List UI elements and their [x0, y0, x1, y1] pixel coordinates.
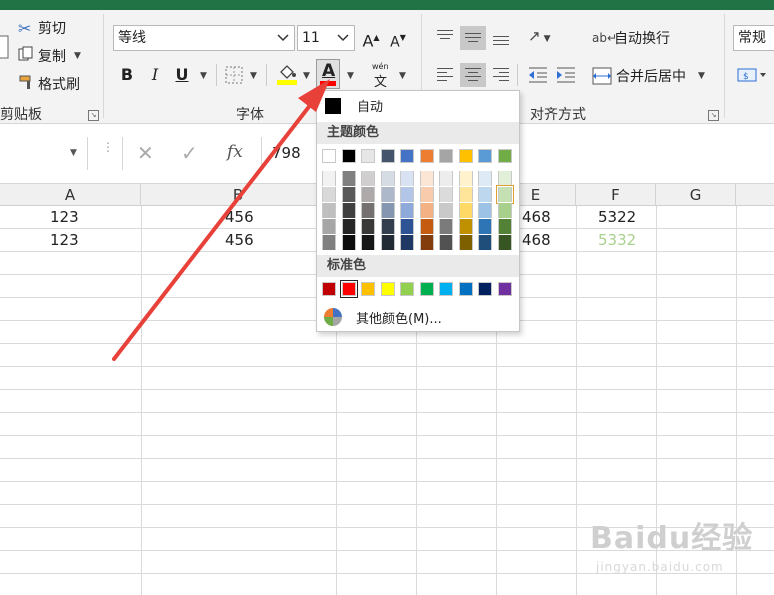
- annotation-arrow: [112, 79, 330, 361]
- watermark-url: jingyan.baidu.com: [596, 560, 724, 574]
- watermark-logo: Baidu经验: [590, 521, 754, 556]
